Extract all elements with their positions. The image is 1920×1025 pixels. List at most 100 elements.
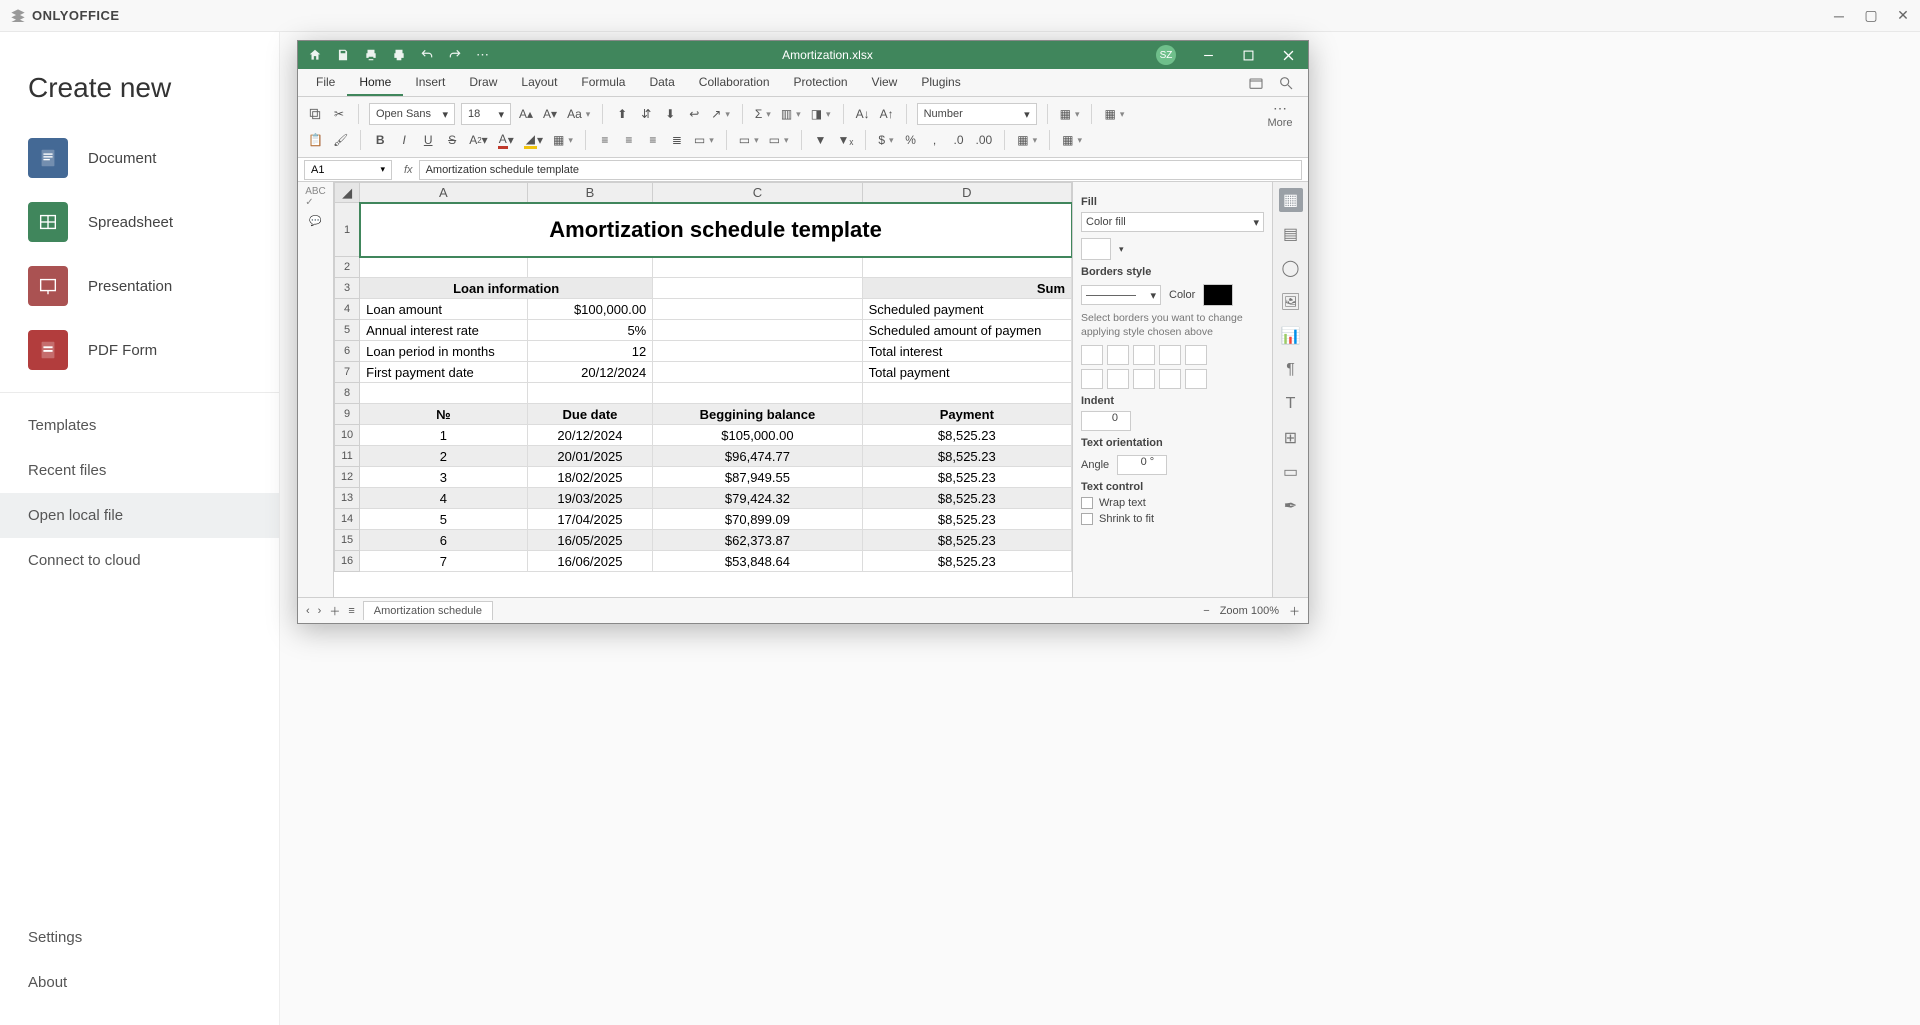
indent-input[interactable]: 0: [1081, 411, 1131, 431]
maximize-icon[interactable]: ▢: [1864, 9, 1878, 23]
minimize-icon[interactable]: ─: [1832, 9, 1846, 23]
row-header[interactable]: 1: [335, 203, 360, 257]
filter-icon[interactable]: ▼: [812, 130, 830, 150]
fill-icon[interactable]: ▥: [779, 104, 803, 124]
comma-icon[interactable]: ,: [926, 130, 944, 150]
table-settings-tab-icon[interactable]: ▤: [1279, 222, 1303, 246]
fill-color-swatch[interactable]: [1081, 238, 1111, 260]
zoom-level[interactable]: Zoom 100%: [1220, 605, 1279, 617]
cell-title[interactable]: Amortization schedule template: [360, 203, 1072, 257]
row-header[interactable]: 2: [335, 257, 360, 278]
cut-icon[interactable]: ✂: [330, 104, 348, 124]
row-header[interactable]: 11: [335, 446, 360, 467]
col-header-D[interactable]: D: [862, 183, 1071, 203]
inc-font-icon[interactable]: A▴: [517, 104, 535, 124]
paragraph-tab-icon[interactable]: ¶: [1279, 358, 1303, 382]
cell-settings-tab-icon[interactable]: ▦: [1279, 188, 1303, 212]
row-header[interactable]: 13: [335, 488, 360, 509]
zoom-out-icon[interactable]: −: [1203, 605, 1209, 617]
merge-icon[interactable]: ▭: [692, 130, 716, 150]
sheet-tab[interactable]: Amortization schedule: [363, 601, 493, 620]
open-location-icon[interactable]: [1248, 75, 1264, 91]
delete-cells-icon[interactable]: ▦: [1015, 130, 1039, 150]
pivot-tab-icon[interactable]: ⊞: [1279, 426, 1303, 450]
row-header[interactable]: 12: [335, 467, 360, 488]
angle-input[interactable]: 0 °: [1117, 455, 1167, 475]
clear-filter-icon[interactable]: ▼ₓ: [836, 130, 856, 150]
dec-font-icon[interactable]: A▾: [541, 104, 559, 124]
menu-formula[interactable]: Formula: [569, 69, 637, 96]
menu-data[interactable]: Data: [637, 69, 686, 96]
currency-icon[interactable]: $: [876, 130, 895, 150]
menu-home[interactable]: Home: [347, 69, 403, 96]
font-color-icon[interactable]: A▾: [496, 130, 516, 150]
align-center-icon[interactable]: ≡: [620, 130, 638, 150]
cell-reference[interactable]: A1▾: [304, 160, 392, 180]
signature-tab-icon[interactable]: ✒: [1279, 494, 1303, 518]
clear-icon[interactable]: ◨: [809, 104, 833, 124]
italic-icon[interactable]: I: [395, 130, 413, 150]
border-vert-icon[interactable]: [1107, 369, 1129, 389]
border-top-icon[interactable]: [1159, 369, 1181, 389]
image-settings-tab-icon[interactable]: 🖼: [1279, 290, 1303, 314]
row-header[interactable]: 7: [335, 362, 360, 383]
create-pdf-form[interactable]: PDF Form: [0, 318, 279, 382]
nav-settings[interactable]: Settings: [0, 915, 279, 960]
border-right-icon[interactable]: [1133, 369, 1155, 389]
row-header[interactable]: 14: [335, 509, 360, 530]
menu-layout[interactable]: Layout: [509, 69, 569, 96]
menu-plugins[interactable]: Plugins: [909, 69, 972, 96]
select-all-corner[interactable]: ◢: [335, 183, 360, 203]
sheet-list-icon[interactable]: ≡: [348, 605, 354, 617]
col-header-B[interactable]: B: [527, 183, 653, 203]
zoom-in-icon[interactable]: ＋: [1289, 603, 1300, 619]
border-inner-icon[interactable]: [1133, 345, 1155, 365]
table-template-icon[interactable]: ▦: [1060, 130, 1084, 150]
spellcheck-icon[interactable]: ABC✓: [305, 186, 326, 208]
more-button[interactable]: ⋯ More: [1260, 100, 1300, 129]
paste-icon[interactable]: 📋: [306, 130, 325, 150]
row-header[interactable]: 9: [335, 404, 360, 425]
autosum-icon[interactable]: Σ: [753, 104, 773, 124]
align-left-icon[interactable]: ≡: [596, 130, 614, 150]
borders-icon[interactable]: ▦: [551, 130, 575, 150]
highlight-icon[interactable]: ◢▾: [522, 130, 545, 150]
user-avatar[interactable]: SZ: [1156, 45, 1176, 65]
save-icon[interactable]: [336, 48, 350, 62]
row-header[interactable]: 3: [335, 278, 360, 299]
menu-protection[interactable]: Protection: [782, 69, 860, 96]
border-diag-icon[interactable]: [1185, 345, 1207, 365]
border-left-icon[interactable]: [1081, 369, 1103, 389]
nav-templates[interactable]: Templates: [0, 403, 279, 448]
home-icon[interactable]: [308, 48, 322, 62]
menu-collaboration[interactable]: Collaboration: [687, 69, 782, 96]
menu-view[interactable]: View: [860, 69, 910, 96]
create-presentation[interactable]: Presentation: [0, 254, 279, 318]
wrap-icon[interactable]: ↩: [685, 104, 703, 124]
row-header[interactable]: 6: [335, 341, 360, 362]
row-header[interactable]: 16: [335, 551, 360, 572]
change-case-icon[interactable]: Aa: [565, 104, 592, 124]
border-style-select[interactable]: ▾: [1081, 285, 1161, 305]
wrap-text-checkbox[interactable]: Wrap text: [1081, 497, 1264, 509]
maximize-button[interactable]: [1228, 41, 1268, 69]
cond-format-icon[interactable]: ▦: [1102, 104, 1126, 124]
row-header[interactable]: 8: [335, 383, 360, 404]
orientation-icon[interactable]: ↗: [709, 104, 732, 124]
shrink-checkbox[interactable]: Shrink to fit: [1081, 513, 1264, 525]
insert-cells-icon[interactable]: ▦: [1058, 104, 1082, 124]
row-header[interactable]: 5: [335, 320, 360, 341]
create-document[interactable]: Document: [0, 126, 279, 190]
print-icon[interactable]: [364, 48, 378, 62]
font-name-select[interactable]: Open Sans▾: [369, 103, 455, 125]
row-header[interactable]: 10: [335, 425, 360, 446]
align-middle-icon[interactable]: ⇵: [637, 104, 655, 124]
close-icon[interactable]: ✕: [1896, 9, 1910, 23]
subscript-icon[interactable]: A2▾: [467, 130, 490, 150]
underline-icon[interactable]: U: [419, 130, 437, 150]
number-format-select[interactable]: Number▾: [917, 103, 1037, 125]
insert-func-icon[interactable]: ▭: [767, 130, 791, 150]
nav-open-local[interactable]: Open local file: [0, 493, 279, 538]
fill-mode-select[interactable]: Color fill▾: [1081, 212, 1264, 232]
font-size-select[interactable]: 18▾: [461, 103, 511, 125]
